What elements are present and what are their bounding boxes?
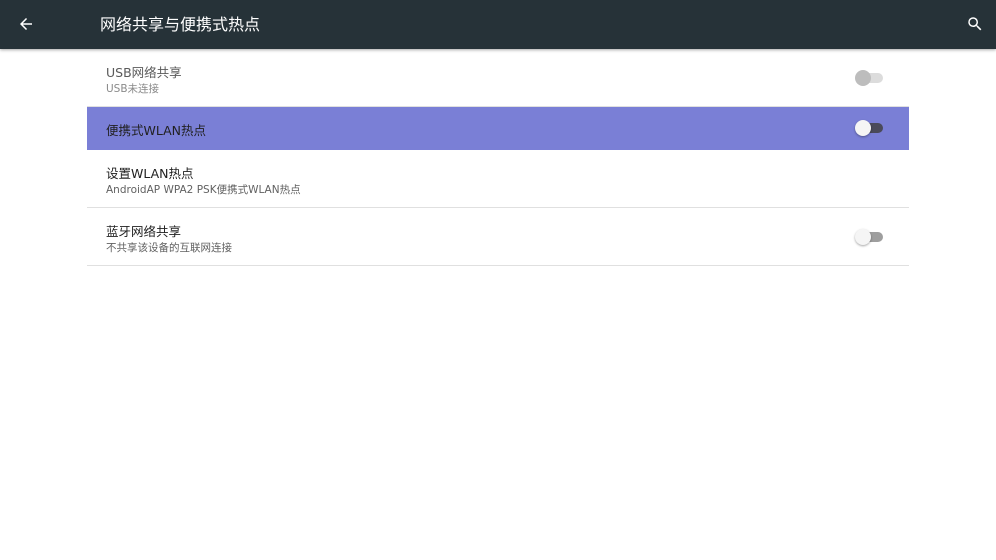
setting-portable-wlan-hotspot[interactable]: 便携式WLAN热点 xyxy=(87,107,909,150)
usb-tethering-switch[interactable] xyxy=(855,69,885,87)
toolbar: 网络共享与便携式热点 xyxy=(0,0,996,49)
setting-usb-tethering[interactable]: USB网络共享 USB未连接 xyxy=(87,49,909,107)
setting-title: 便携式WLAN热点 xyxy=(106,123,207,138)
setting-configure-wlan-hotspot[interactable]: 设置WLAN热点 AndroidAP WPA2 PSK便携式WLAN热点 xyxy=(87,150,909,208)
setting-bluetooth-tethering[interactable]: 蓝牙网络共享 不共享该设备的互联网连接 xyxy=(87,208,909,266)
setting-title: 设置WLAN热点 xyxy=(106,166,194,181)
back-button[interactable] xyxy=(12,10,40,38)
setting-title: 蓝牙网络共享 xyxy=(106,224,182,239)
search-button[interactable] xyxy=(962,11,988,37)
switch-thumb xyxy=(855,229,871,245)
setting-title: USB网络共享 xyxy=(106,65,182,80)
switch-thumb xyxy=(855,120,871,136)
search-icon xyxy=(968,17,982,31)
setting-summary: 不共享该设备的互联网连接 xyxy=(106,242,232,254)
page-title: 网络共享与便携式热点 xyxy=(100,15,261,34)
settings-list: USB网络共享 USB未连接 便携式WLAN热点 设置WLAN热点 Androi… xyxy=(87,49,909,266)
arrow-back-icon xyxy=(20,18,32,30)
switch-thumb xyxy=(855,70,871,86)
setting-summary: AndroidAP WPA2 PSK便携式WLAN热点 xyxy=(106,184,301,196)
setting-summary: USB未连接 xyxy=(106,83,160,95)
tethering-settings-screen: 网络共享与便携式热点 USB网络共享 USB未连接 便携式WLAN热点 设置WL… xyxy=(0,0,996,560)
portable-hotspot-switch[interactable] xyxy=(855,119,885,137)
bluetooth-tethering-switch[interactable] xyxy=(855,228,885,246)
